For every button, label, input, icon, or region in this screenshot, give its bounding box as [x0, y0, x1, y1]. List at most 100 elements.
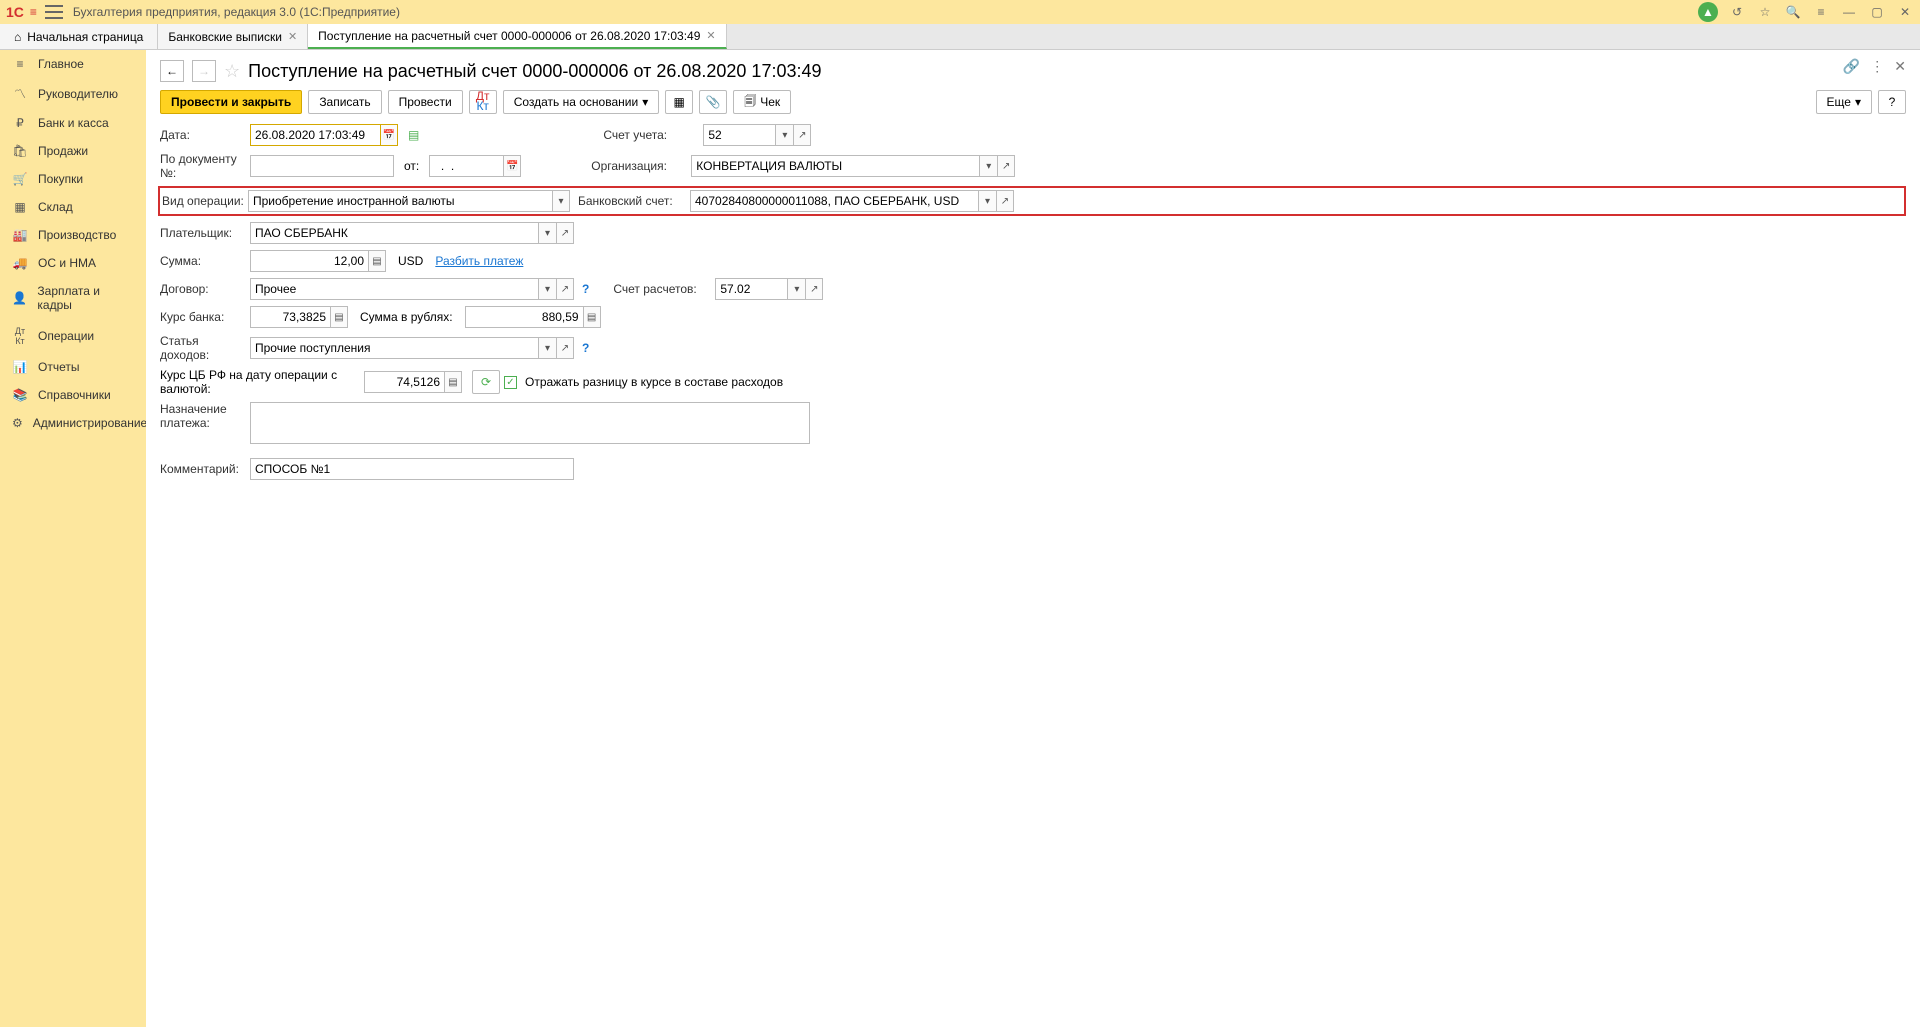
open-icon[interactable]: ↗: [996, 190, 1014, 212]
post-and-close-button[interactable]: Провести и закрыть: [160, 90, 302, 114]
structure-button[interactable]: ▦: [665, 90, 693, 114]
docnum-field[interactable]: [250, 155, 394, 177]
sumrub-field[interactable]: [465, 306, 583, 328]
calc-icon[interactable]: ▤: [444, 371, 462, 393]
sidebar-item-zp[interactable]: 👤Зарплата и кадры: [0, 277, 146, 319]
post-button[interactable]: Провести: [388, 90, 463, 114]
bankrate-field[interactable]: [250, 306, 330, 328]
settings-icon[interactable]: ≡: [1812, 3, 1830, 21]
tab-close-icon[interactable]: ✕: [288, 30, 297, 43]
sidebar-item-buy[interactable]: 🛒Покупки: [0, 165, 146, 193]
dropdown-icon[interactable]: ▾: [787, 278, 805, 300]
dropdown-icon[interactable]: ▾: [978, 190, 996, 212]
search-icon[interactable]: 🔍: [1784, 3, 1802, 21]
sidebar-item-bank[interactable]: ₽Банк и касса: [0, 109, 146, 137]
payer-field[interactable]: [250, 222, 538, 244]
receipt-icon: 🗐: [744, 92, 756, 113]
tab-receipt-doc[interactable]: Поступление на расчетный счет 0000-00000…: [308, 24, 726, 49]
check-button[interactable]: 🗐Чек: [733, 90, 791, 114]
dropdown-icon[interactable]: ▾: [979, 155, 997, 177]
sidebar-item-ref[interactable]: 📚Справочники: [0, 381, 146, 409]
sidebar-item-stock[interactable]: ▦Склад: [0, 193, 146, 221]
dtk-icon: ДтКт: [12, 326, 28, 346]
notifications-icon[interactable]: ▲: [1698, 2, 1718, 22]
tab-close-icon[interactable]: ✕: [706, 29, 715, 42]
help-icon[interactable]: ?: [582, 282, 589, 296]
dropdown-icon[interactable]: ▾: [552, 190, 570, 212]
menu-button[interactable]: [45, 5, 63, 19]
calendar-icon[interactable]: 📅: [380, 124, 398, 146]
sumrub-label: Сумма в рублях:: [360, 310, 453, 324]
nav-forward-button[interactable]: →: [192, 60, 216, 82]
dropdown-icon[interactable]: ▾: [538, 278, 556, 300]
tab-home[interactable]: ⌂ Начальная страница: [0, 24, 158, 49]
bag-icon: 🛍: [12, 144, 28, 158]
sum-field[interactable]: [250, 250, 368, 272]
home-icon: ⌂: [14, 30, 21, 44]
refresh-button[interactable]: ⟳: [472, 370, 500, 394]
dropdown-icon[interactable]: ▾: [775, 124, 793, 146]
comment-field[interactable]: [250, 458, 574, 480]
calc-icon[interactable]: ▤: [368, 250, 386, 272]
bars-icon: 📊: [12, 360, 28, 374]
dropdown-icon[interactable]: ▾: [538, 337, 556, 359]
close-panel-icon[interactable]: ✕: [1894, 58, 1906, 75]
sidebar-label: Главное: [38, 57, 84, 71]
from-date-field[interactable]: [429, 155, 503, 177]
calc-icon[interactable]: ▤: [330, 306, 348, 328]
open-icon[interactable]: ↗: [556, 278, 574, 300]
star-icon[interactable]: ☆: [224, 61, 240, 82]
open-icon[interactable]: ↗: [997, 155, 1015, 177]
sidebar: ≡Главное 〽Руководителю ₽Банк и касса 🛍Пр…: [0, 50, 146, 1027]
dtkt-button[interactable]: ДтКт: [469, 90, 497, 114]
help-button[interactable]: ?: [1878, 90, 1906, 114]
account-field[interactable]: [703, 124, 775, 146]
bankacc-field[interactable]: [690, 190, 978, 212]
attach-button[interactable]: 📎: [699, 90, 727, 114]
write-button[interactable]: Записать: [308, 90, 381, 114]
sidebar-item-prod[interactable]: 🏭Производство: [0, 221, 146, 249]
open-icon[interactable]: ↗: [805, 278, 823, 300]
date-field[interactable]: [250, 124, 380, 146]
sidebar-label: Банк и касса: [38, 116, 109, 130]
help-icon[interactable]: ?: [582, 341, 589, 355]
income-article-field[interactable]: [250, 337, 538, 359]
gear-icon: ⚙: [12, 416, 23, 430]
close-icon[interactable]: ✕: [1896, 3, 1914, 21]
sidebar-item-reports[interactable]: 📊Отчеты: [0, 353, 146, 381]
reflect-checkbox[interactable]: ✓: [504, 376, 517, 389]
purpose-field[interactable]: [250, 402, 810, 444]
minimize-icon[interactable]: —: [1840, 3, 1858, 21]
dogovor-field[interactable]: [250, 278, 538, 300]
currency-label: USD: [398, 254, 423, 268]
sidebar-item-main[interactable]: ≡Главное: [0, 50, 146, 78]
open-icon[interactable]: ↗: [556, 337, 574, 359]
truck-icon: 🚚: [12, 256, 28, 270]
more-button[interactable]: Еще▾: [1816, 90, 1872, 114]
sidebar-item-os[interactable]: 🚚ОС и НМА: [0, 249, 146, 277]
favorites-icon[interactable]: ☆: [1756, 3, 1774, 21]
cbrate-field[interactable]: [364, 371, 444, 393]
history-icon[interactable]: ↺: [1728, 3, 1746, 21]
sidebar-label: Руководителю: [38, 87, 118, 101]
calcacc-field[interactable]: [715, 278, 787, 300]
sidebar-item-ruk[interactable]: 〽Руководителю: [0, 78, 146, 109]
sidebar-item-admin[interactable]: ⚙Администрирование: [0, 409, 146, 437]
split-payment-link[interactable]: Разбить платеж: [435, 254, 523, 268]
optype-field[interactable]: [248, 190, 552, 212]
link-icon[interactable]: 🔗: [1843, 58, 1860, 75]
open-icon[interactable]: ↗: [556, 222, 574, 244]
org-field[interactable]: [691, 155, 979, 177]
sidebar-item-sales[interactable]: 🛍Продажи: [0, 137, 146, 165]
kebab-icon[interactable]: ⋮: [1870, 58, 1884, 75]
nav-back-button[interactable]: ←: [160, 60, 184, 82]
sidebar-item-oper[interactable]: ДтКтОперации: [0, 319, 146, 353]
open-icon[interactable]: ↗: [793, 124, 811, 146]
tabbar: ⌂ Начальная страница Банковские выписки …: [0, 24, 1920, 50]
create-based-button[interactable]: Создать на основании▾: [503, 90, 660, 114]
tab-bank-statements[interactable]: Банковские выписки ✕: [158, 24, 308, 49]
calc-icon[interactable]: ▤: [583, 306, 601, 328]
dropdown-icon[interactable]: ▾: [538, 222, 556, 244]
maximize-icon[interactable]: ▢: [1868, 3, 1886, 21]
calendar-icon[interactable]: 📅: [503, 155, 521, 177]
